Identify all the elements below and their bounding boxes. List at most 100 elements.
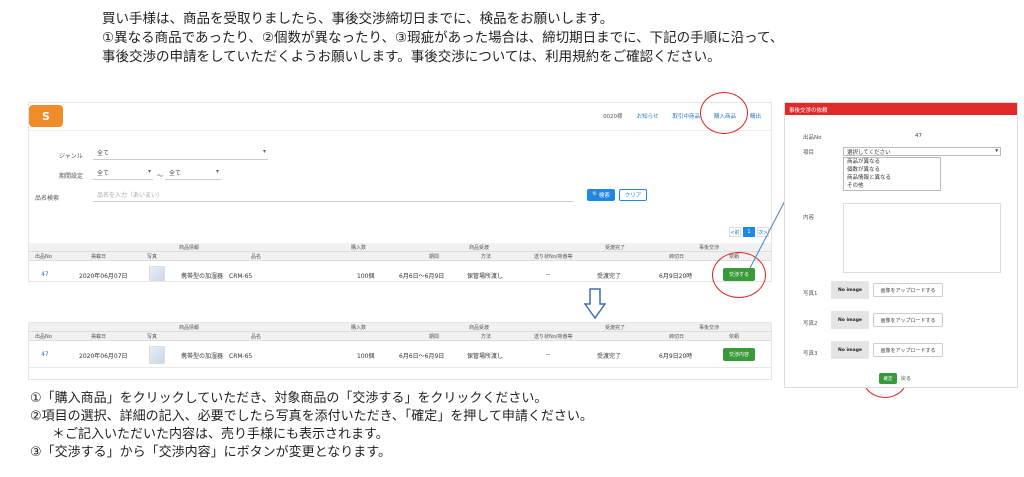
modal-item-label: 項目 — [803, 150, 815, 156]
upload-photo-2-button[interactable]: 画像をアップロードする — [873, 313, 943, 327]
negotiation-content-button[interactable]: 交渉内容 — [723, 348, 755, 361]
intro-text: 買い手様は、商品を受取りましたら、事後交渉締切日までに、検品をお願いします。 ①… — [102, 10, 783, 67]
th-method: 方法 — [481, 254, 492, 260]
th-request-after: 依頼 — [729, 334, 740, 340]
row-method: 保管場所渡し — [467, 353, 504, 360]
modal-content-label: 内容 — [803, 215, 815, 221]
row-date: 2020年06月07日 — [79, 353, 128, 360]
search-button-label: 検索 — [598, 193, 610, 199]
th-method-after: 方法 — [481, 334, 492, 340]
intro-line-1: 買い手様は、商品を受取りましたら、事後交渉締切日までに、検品をお願いします。 — [102, 11, 614, 27]
table-row: 47 2020年06月07日 携帯型の加湿器 CRM-65 100個 6月6日〜… — [29, 342, 771, 368]
group-delivery-after: 商品受渡 — [469, 325, 490, 331]
item-option[interactable]: 個数が異なる — [844, 166, 940, 174]
row-qty: 100個 — [357, 353, 375, 360]
group-negotiation-after: 事後交渉 — [699, 325, 720, 331]
period-from-select[interactable]: 全て — [93, 168, 153, 180]
step-1: ①「購入商品」をクリックしていただき、対象商品の「交渉する」をクリックください。 — [30, 391, 548, 406]
table-group-header-after: 商品情報 購入数 商品受渡 受渡完了 事後交渉 — [29, 323, 771, 332]
item-select[interactable]: 選択してください ▾ — [843, 147, 1001, 156]
genre-label: ジャンル — [59, 153, 83, 160]
photo-1-placeholder: No image — [831, 281, 869, 299]
row-name: 携帯型の加湿器 CRM-65 — [181, 273, 253, 280]
th-name: 品名 — [251, 254, 262, 260]
group-negotiation: 事後交渉 — [699, 245, 720, 251]
period-to-select[interactable]: 全て — [165, 168, 221, 180]
row-no[interactable]: 47 — [41, 351, 49, 358]
row-deadline: 6月9日20時 — [659, 353, 693, 360]
row-deadline: 6月9日20時 — [659, 273, 693, 280]
nav-listing[interactable]: 購出 — [750, 112, 761, 120]
th-date: 掲載日 — [91, 254, 107, 260]
nav-user: 0020様 — [603, 114, 623, 120]
row-period: 6月6日〜6月9日 — [399, 353, 445, 360]
group-qty-after: 購入数 — [351, 325, 367, 331]
th-period: 期間 — [429, 254, 440, 260]
purchase-list-after-panel: 商品情報 購入数 商品受渡 受渡完了 事後交渉 出品No 掲載日 写真 品名 期… — [28, 322, 772, 380]
genre-select[interactable]: 全て — [93, 148, 268, 160]
th-date-after: 掲載日 — [91, 334, 107, 340]
upload-photo-3-button[interactable]: 画像をアップロードする — [873, 343, 943, 357]
nav-news[interactable]: お知らせ — [637, 112, 659, 120]
back-button[interactable]: 戻る — [901, 375, 911, 382]
period-to-value: 全て — [169, 170, 182, 177]
item-option[interactable]: 商品が異なる — [844, 158, 940, 166]
table-row: 47 2020年06月07日 携帯型の加湿器 CRM-65 100個 6月6日〜… — [29, 262, 771, 281]
negotiation-request-modal: 事後交渉の依頼 出品No 47 項目 選択してください ▾ 商品が異なる 個数が… — [784, 102, 1018, 388]
th-deadline-after: 締切日 — [669, 334, 685, 340]
keyword-input[interactable]: 品名を入力（あいまい） — [93, 190, 573, 202]
keyword-label: 品名検索 — [35, 195, 60, 202]
product-thumbnail[interactable] — [149, 346, 165, 364]
row-method: 保管場所渡し — [467, 273, 504, 280]
th-no-after: 出品No — [35, 334, 52, 340]
step-3: ③「交渉する」から「交渉内容」にボタンが変更となります。 — [30, 445, 391, 460]
modal-no-value: 47 — [915, 133, 922, 139]
logo[interactable]: S — [29, 105, 63, 127]
row-tracking: -- — [546, 271, 551, 278]
modal-no-label: 出品No — [803, 135, 822, 141]
table-group-header: 商品情報 購入数 商品受渡 受渡完了 事後交渉 — [29, 243, 771, 252]
item-option[interactable]: 商品情報と異なる — [844, 174, 940, 182]
down-arrow-icon — [584, 288, 606, 320]
th-tracking: 送り状No/荷番等 — [534, 254, 573, 260]
row-name: 携帯型の加湿器 CRM-65 — [181, 353, 253, 360]
photo-2-label: 写真2 — [803, 321, 818, 327]
top-navbar: S 0020様 お知らせ 取引中商品 購入商品 購出 — [29, 103, 771, 131]
upload-photo-1-button[interactable]: 画像をアップロードする — [873, 283, 943, 297]
row-period: 6月6日〜6月9日 — [399, 273, 445, 280]
search-icon: 🔍 — [592, 192, 599, 198]
row-no[interactable]: 47 — [41, 271, 49, 278]
period-separator: 〜 — [157, 173, 164, 180]
purchase-list-panel: S 0020様 お知らせ 取引中商品 購入商品 購出 ジャンル 全て 期間設定 … — [28, 102, 772, 282]
item-option[interactable]: その他 — [844, 182, 940, 190]
th-name-after: 品名 — [251, 334, 262, 340]
th-photo: 写真 — [147, 254, 158, 260]
product-thumbnail[interactable] — [149, 266, 165, 281]
th-photo-after: 写真 — [147, 334, 158, 340]
th-period-after: 期間 — [429, 334, 440, 340]
step-2-note: ＊ご記入いただいた内容は、売り手様にも表示されます。 — [52, 427, 389, 442]
search-button[interactable]: 🔍 検索 — [587, 189, 615, 201]
instruction-steps: ①「購入商品」をクリックしていただき、対象商品の「交渉する」をクリックください。… — [30, 390, 593, 462]
group-done-after: 受渡完了 — [605, 325, 626, 331]
group-done: 受渡完了 — [605, 245, 626, 251]
period-label: 期間設定 — [59, 173, 84, 180]
group-qty: 購入数 — [351, 245, 367, 251]
prev-page[interactable]: <前 — [729, 227, 741, 237]
nav-trading[interactable]: 取引中商品 — [672, 112, 700, 120]
intro-line-3: 事後交渉の申請をしていただくようお願いします。事後交渉については、利用規約をご確… — [102, 49, 721, 65]
group-product: 商品情報 — [179, 245, 200, 251]
modal-title: 事後交渉の依頼 — [785, 103, 1017, 115]
photo-3-label: 写真3 — [803, 351, 818, 357]
photo-1-label: 写真1 — [803, 291, 818, 297]
chevron-down-icon: ▾ — [995, 148, 998, 154]
confirm-button[interactable]: 確定 — [879, 373, 897, 384]
row-status: 受渡完了 — [597, 273, 622, 280]
item-options: 商品が異なる 個数が異なる 商品情報と異なる その他 — [843, 157, 941, 191]
row-tracking: -- — [546, 351, 551, 358]
photo-3-placeholder: No image — [831, 341, 869, 359]
clear-button[interactable]: クリア — [619, 189, 647, 201]
th-tracking-after: 送り状No/荷番等 — [534, 334, 573, 340]
content-textarea[interactable] — [843, 203, 1001, 273]
step-2: ②項目の選択、詳細の記入、必要でしたら写真を添付いただき、「確定」を押して申請く… — [30, 409, 593, 424]
